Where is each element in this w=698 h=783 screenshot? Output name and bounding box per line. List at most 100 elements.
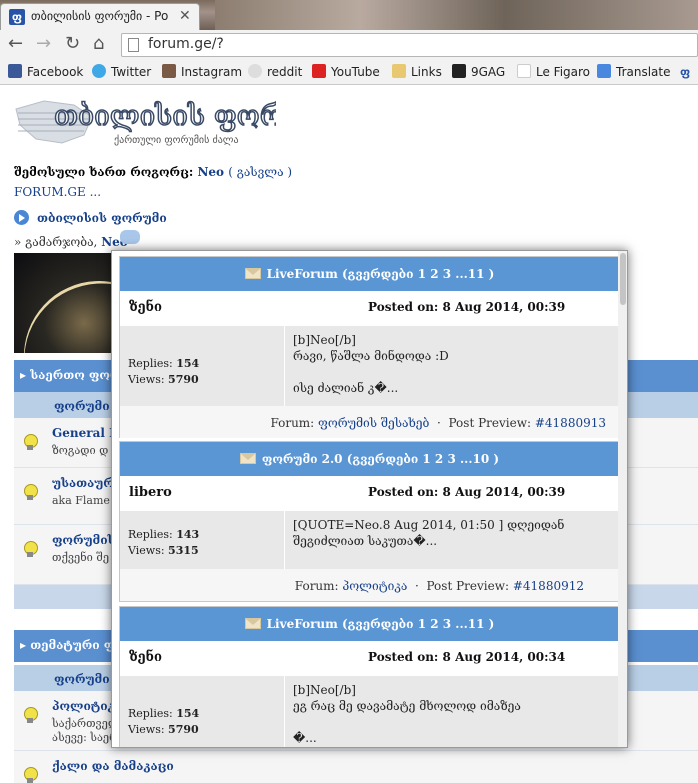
- home-icon[interactable]: ⌂: [93, 34, 104, 54]
- new-posts-popup[interactable]: LiveForum (გვერდები 1 2 3 ...11 ) ზენი P…: [111, 250, 628, 748]
- topic-title: LiveForum (გვერდები 1 2 3 ...11 ): [266, 267, 495, 281]
- post-card: ფორუმი 2.0 (გვერდები 1 2 3 ...10 ) liber…: [119, 441, 620, 602]
- tab-close-icon[interactable]: ✕: [179, 8, 191, 24]
- bookmark-lefigaro[interactable]: Le Figaro: [517, 63, 590, 81]
- bookmark-reddit[interactable]: reddit: [248, 63, 302, 81]
- forum-label: Forum:: [270, 416, 315, 430]
- bookmark-label: Links: [411, 65, 442, 79]
- welcome-line: » გამარჯობა, Neo: [14, 235, 128, 249]
- post-author[interactable]: ზენი: [129, 300, 162, 315]
- post-line: �...: [293, 731, 317, 745]
- username-link[interactable]: Neo: [197, 165, 224, 179]
- login-status: შემოსული ხართ როგორც: Neo ( გასვლა ): [14, 165, 292, 179]
- rocket-trail: [14, 256, 114, 353]
- envelope-icon: [244, 618, 261, 629]
- bookmark-youtube[interactable]: YouTube: [312, 63, 380, 81]
- bookmarks-bar: Facebook Twitter Instagram reddit YouTub…: [0, 60, 698, 85]
- browser-toolbar: ← → ↻ ⌂ forum.ge/?: [0, 30, 698, 60]
- views-count: 5790: [168, 723, 199, 736]
- post-stats: Replies: 154 Views: 5790: [120, 676, 284, 747]
- facebook-icon: [8, 64, 22, 78]
- page-icon: [128, 38, 139, 52]
- breadcrumb[interactable]: თბილისის ფორუმი: [14, 210, 167, 225]
- bulb-icon: [23, 767, 38, 783]
- lefigaro-icon: [517, 64, 531, 78]
- post-date: Posted on: 8 Aug 2014, 00:34: [368, 650, 566, 664]
- bookmark-label: Twitter: [111, 65, 152, 79]
- replies-label: Replies:: [128, 357, 173, 370]
- bookmark-facebook[interactable]: Facebook: [8, 63, 83, 81]
- popup-scrollbar[interactable]: [618, 251, 627, 747]
- instagram-icon: [162, 64, 176, 78]
- post-card: LiveForum (გვერდები 1 2 3 ...11 ) ზენი P…: [119, 256, 620, 438]
- breadcrumb-label: თბილისის ფორუმი: [37, 211, 167, 225]
- forum-desc: ასევე: საერ: [52, 731, 119, 744]
- bookmark-overflow[interactable]: ფ: [680, 63, 690, 81]
- address-bar[interactable]: forum.ge/?: [121, 33, 698, 57]
- post-preview-text: [QUOTE=Neo.8 Aug 2014, 01:50 ] დღეიდან შ…: [284, 511, 620, 569]
- forum-label: Forum:: [294, 579, 339, 593]
- site-link[interactable]: FORUM.GE ...: [14, 185, 101, 199]
- post-line: [b]Neo[/b]: [293, 683, 356, 697]
- post-topic-header[interactable]: LiveForum (გვერდები 1 2 3 ...11 ): [120, 257, 619, 291]
- bookmark-label: Facebook: [27, 65, 84, 79]
- scrollbar-thumb[interactable]: [620, 253, 626, 305]
- bookmark-translate[interactable]: Translate: [597, 63, 671, 81]
- preview-label: Post Preview:: [426, 579, 510, 593]
- preview-label: Post Preview:: [448, 416, 532, 430]
- 9gag-icon: [452, 64, 466, 78]
- post-preview-link[interactable]: #41880912: [513, 579, 584, 593]
- messages-bubble-icon[interactable]: [120, 230, 140, 244]
- translate-icon: [597, 64, 611, 78]
- bookmark-9gag[interactable]: 9GAG: [452, 63, 505, 81]
- back-arrow-icon[interactable]: ←: [8, 34, 23, 54]
- forum-link[interactable]: ფორუმის შესახებ: [318, 416, 429, 430]
- forum-desc: aka Flame: [52, 494, 110, 507]
- post-date: Posted on: 8 Aug 2014, 00:39: [368, 485, 566, 499]
- avatar: [14, 253, 114, 353]
- topic-title: ფორუმი 2.0 (გვერდები 1 2 3 ...10 ): [261, 452, 500, 466]
- post-author[interactable]: ზენი: [129, 650, 162, 665]
- bookmark-label: YouTube: [331, 65, 380, 79]
- forum-link[interactable]: პოლიტიკა: [342, 579, 407, 593]
- url-text: forum.ge/?: [148, 36, 224, 52]
- bulb-icon: [23, 541, 38, 558]
- replies-label: Replies:: [128, 707, 173, 720]
- bulb-icon: [23, 484, 38, 501]
- favicon-icon: ფ: [9, 9, 25, 25]
- post-line: შეგიძლიათ საკუთა�...: [293, 534, 438, 548]
- envelope-icon: [244, 268, 261, 279]
- views-count: 5315: [168, 544, 199, 557]
- post-topic-header[interactable]: LiveForum (გვერდები 1 2 3 ...11 ): [120, 607, 619, 641]
- post-footer: Forum: ფორუმის შესახებ · Post Preview: #…: [120, 406, 620, 438]
- tab-title: თბილისის ფორუმი - Po: [31, 9, 169, 23]
- bookmark-label: Le Figaro: [536, 65, 591, 79]
- envelope-icon: [239, 453, 256, 464]
- logout-link[interactable]: ( გასვლა ): [228, 165, 292, 179]
- post-stats: Replies: 143 Views: 5315: [120, 511, 284, 569]
- post-preview-link[interactable]: #41880913: [535, 416, 606, 430]
- forum-logo[interactable]: თბილისის ფორუმი ქართული ფორუმის ძალა: [14, 95, 335, 155]
- post-line: [b]Neo[/b]: [293, 333, 356, 347]
- post-line: ეგ რაც მე დავამატე მხოლოდ იმაზეა: [293, 699, 521, 713]
- post-preview-text: [b]Neo[/b] რავი, წაშლა მინდოდა :D ისე ძა…: [284, 326, 620, 406]
- replies-count: 154: [176, 707, 200, 720]
- bookmark-links[interactable]: Links: [392, 63, 442, 81]
- tab-bar: ფ თბილისის ფორუმი - Po ✕: [0, 0, 698, 30]
- forum-row[interactable]: ქალი და მამაკაცი: [14, 751, 698, 783]
- replies-count: 154: [176, 357, 200, 370]
- bookmark-twitter[interactable]: Twitter: [92, 63, 151, 81]
- bookmark-label: Translate: [616, 65, 671, 79]
- forum-title[interactable]: ფორუმის: [52, 533, 116, 547]
- post-author[interactable]: libero: [129, 485, 172, 500]
- post-card: LiveForum (გვერდები 1 2 3 ...11 ) ზენი P…: [119, 606, 620, 747]
- welcome-prefix: » გამარჯობა,: [14, 235, 98, 249]
- bookmark-instagram[interactable]: Instagram: [162, 63, 242, 81]
- browser-tab[interactable]: ფ თბილისის ფორუმი - Po ✕: [0, 3, 200, 30]
- forward-arrow-icon[interactable]: →: [36, 34, 51, 54]
- forum-desc: ზოგადი დ: [52, 444, 109, 457]
- forum-title[interactable]: ქალი და მამაკაცი: [52, 759, 174, 773]
- post-topic-header[interactable]: ფორუმი 2.0 (გვერდები 1 2 3 ...10 ): [120, 442, 619, 476]
- post-date: Posted on: 8 Aug 2014, 00:39: [368, 300, 566, 314]
- reload-icon[interactable]: ↻: [65, 34, 80, 54]
